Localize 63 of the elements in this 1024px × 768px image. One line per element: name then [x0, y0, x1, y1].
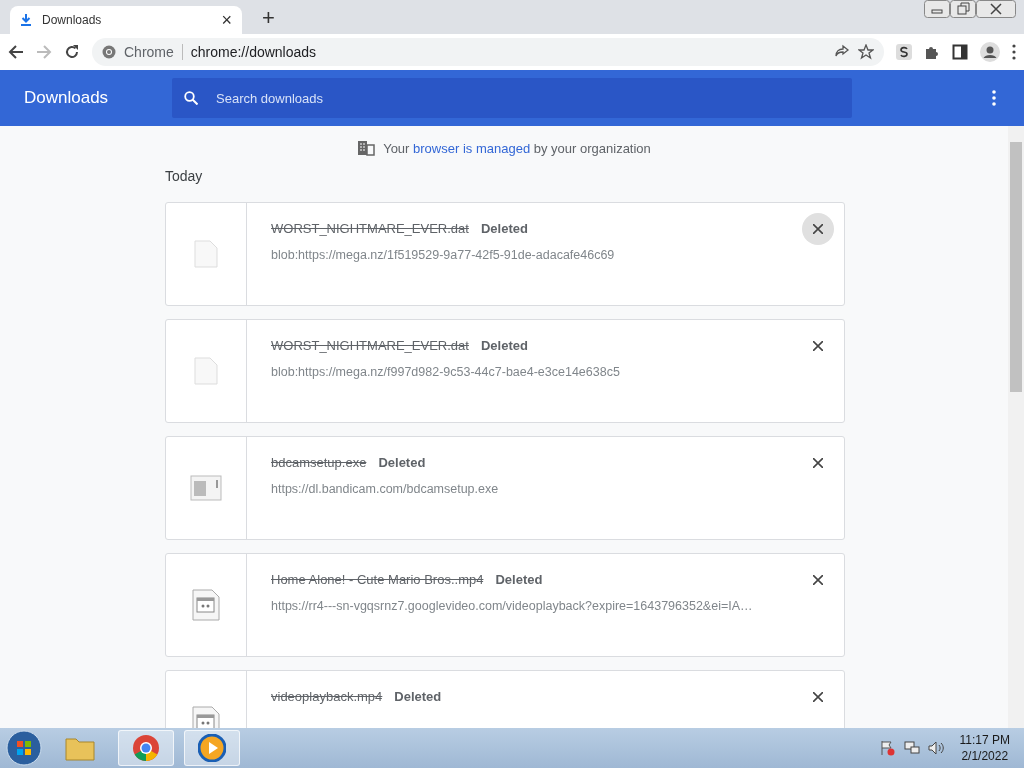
- managed-notice: Your browser is managed by your organization: [383, 140, 651, 156]
- address-bar[interactable]: Chrome chrome://downloads: [92, 38, 884, 66]
- site-label: Chrome: [124, 44, 174, 60]
- file-name: videoplayback.mp4: [271, 689, 383, 704]
- file-name: bdcamsetup.exe: [271, 455, 367, 470]
- file-status: Deleted: [394, 689, 442, 704]
- section-heading: Today: [165, 168, 204, 184]
- file-url[interactable]: blob:https://mega.nz/f997d982-9c53-44c7-bae4-e3ce14e638c5: [271, 365, 778, 379]
- file-status: Deleted: [480, 338, 528, 353]
- managed-link[interactable]: browser is managed: [413, 140, 531, 156]
- start-orb-icon[interactable]: [6, 730, 42, 766]
- restore-icon[interactable]: [950, 0, 976, 18]
- puzzle-icon[interactable]: [924, 44, 940, 60]
- file-status: Deleted: [378, 455, 426, 470]
- side-panel-icon[interactable]: [952, 44, 968, 60]
- program-window-icon: [190, 475, 222, 501]
- network-icon[interactable]: [903, 740, 920, 756]
- tab-title: Downloads: [42, 13, 103, 27]
- menu-icon[interactable]: [992, 90, 996, 106]
- file-url[interactable]: https://dl.bandicam.com/bdcamsetup.exe: [271, 482, 778, 496]
- back-icon[interactable]: [8, 44, 24, 60]
- chrome-logo-icon: [132, 734, 160, 762]
- close-icon: [813, 224, 823, 234]
- url-text: chrome://downloads: [190, 44, 318, 60]
- extension-s-icon[interactable]: [896, 44, 912, 60]
- file-icon: [194, 357, 218, 385]
- file-url[interactable]: blob:https://mega.nz/1f519529-9a77-42f5-91de-adacafe46c69: [271, 248, 778, 262]
- star-icon[interactable]: [858, 44, 874, 60]
- profile-icon[interactable]: [980, 42, 1000, 62]
- media-player-taskbar-button[interactable]: [184, 730, 240, 766]
- browser-tab[interactable]: Downloads ×: [10, 6, 242, 34]
- video-file-icon: [192, 589, 220, 621]
- file-icon: [194, 240, 218, 268]
- file-name: Home Alone! - Cute Mario Bros..mp4: [271, 572, 484, 587]
- page-title: Downloads: [23, 88, 110, 108]
- chrome-logo-icon: [102, 45, 116, 59]
- search-field[interactable]: Search downloads: [172, 78, 852, 118]
- file-name: WORST_NIGHTMARE_EVER.dat: [271, 338, 469, 353]
- folder-icon: [65, 735, 95, 761]
- search-field[interactable]: Search downloads: [214, 89, 840, 107]
- reload-icon[interactable]: [64, 44, 80, 60]
- speaker-icon[interactable]: [927, 740, 944, 756]
- menu-icon[interactable]: [1012, 44, 1016, 60]
- close-icon: [813, 692, 823, 702]
- scrollbar[interactable]: [1008, 126, 1024, 728]
- minimize-icon[interactable]: [924, 0, 950, 18]
- file-status: Deleted: [495, 572, 543, 587]
- chrome-taskbar-button[interactable]: [118, 730, 174, 766]
- close-icon: [813, 341, 823, 351]
- flag-icon[interactable]: [879, 740, 896, 756]
- remove-button[interactable]: [802, 213, 834, 245]
- search-icon: [184, 91, 198, 105]
- new-tab-button[interactable]: +: [256, 4, 281, 32]
- close-window-icon[interactable]: [976, 0, 1016, 18]
- file-name: WORST_NIGHTMARE_EVER.dat: [271, 221, 469, 236]
- file-status: Deleted: [480, 221, 528, 236]
- download-icon: [20, 14, 32, 26]
- close-tab-button[interactable]: ×: [221, 9, 232, 31]
- close-icon: [813, 575, 823, 585]
- file-url[interactable]: https://rr4---sn-vgqsrnz7.googlevideo.com/videoplayback?expire=1643796352&ei=IA…: [271, 599, 778, 613]
- building-icon: [357, 140, 376, 156]
- close-icon: [813, 458, 823, 468]
- clock[interactable]: 11:17 PM 2/1/2022: [959, 732, 1010, 764]
